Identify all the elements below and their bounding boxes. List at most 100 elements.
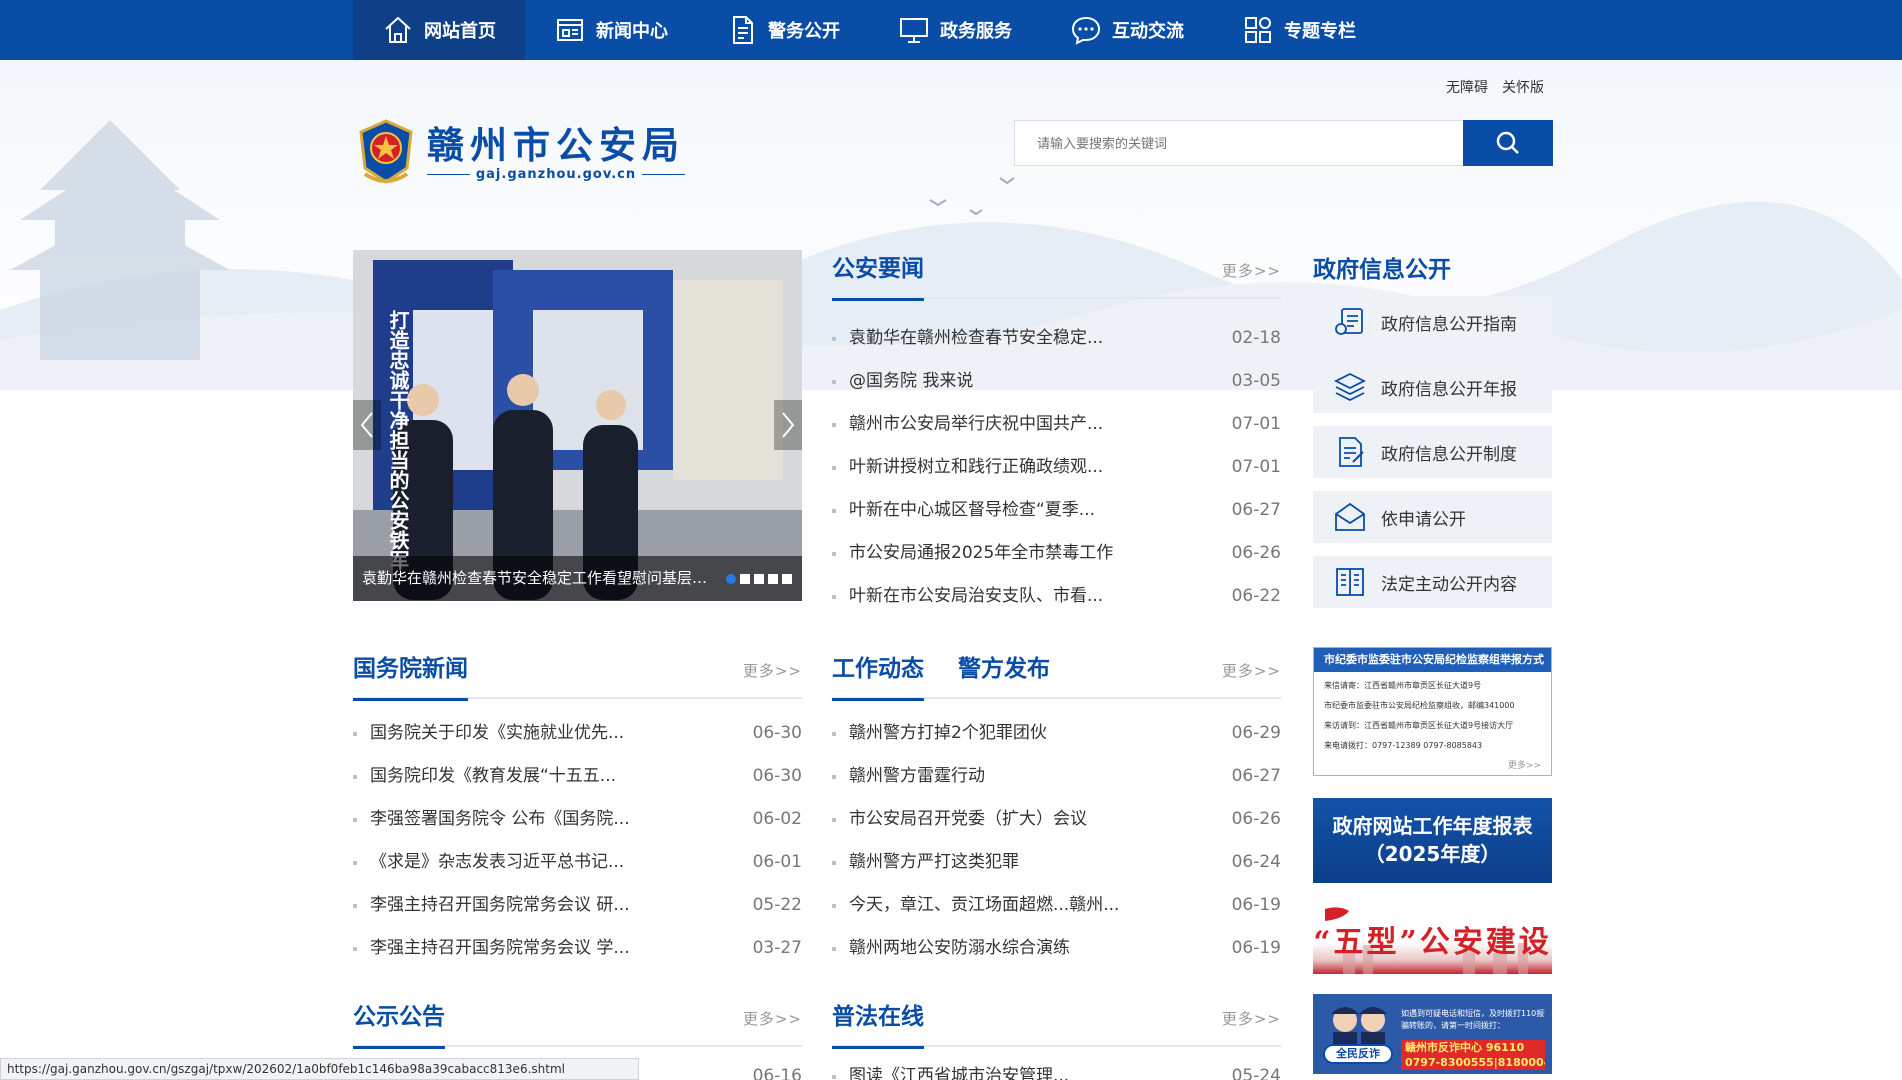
carousel-prev-button[interactable]	[353, 400, 381, 450]
search-input[interactable]	[1014, 120, 1463, 166]
carousel-dot[interactable]	[740, 574, 750, 584]
carousel-dot[interactable]	[726, 574, 736, 584]
news-title: 李强签署国务院令 公布《国务院...	[370, 809, 630, 829]
section-title[interactable]: 公安要闻	[832, 246, 924, 301]
list-item[interactable]: 叶新在中心城区督导检查“夏季... 06-27	[832, 489, 1281, 532]
sidebar-item-annual-report[interactable]: 政府信息公开年报	[1313, 361, 1552, 413]
list-item[interactable]: 李强签署国务院令 公布《国务院... 06-02	[353, 798, 802, 841]
report-banner-line: 来电请拨打：0797-12389 0797-8085843	[1324, 741, 1483, 750]
report-method-banner[interactable]: 市纪委市监委驻市公安局纪检监察组举报方式 来信请寄：江西省赣州市章贡区长征大道9…	[1313, 647, 1552, 776]
document-icon	[733, 16, 753, 44]
news-title: 图读《江西省城市治安管理...	[849, 1066, 1070, 1080]
more-link[interactable]: 更多>>	[1222, 1008, 1281, 1029]
news-icon	[557, 19, 583, 41]
more-link[interactable]: 更多>>	[1222, 660, 1281, 681]
list-item[interactable]: 叶新讲授树立和践行正确政绩观... 07-01	[832, 446, 1281, 489]
grid-icon	[1245, 17, 1271, 43]
list-item[interactable]: @国务院 我来说 03-05	[832, 360, 1281, 403]
list-item[interactable]: 赣州两地公安防溺水综合演练 06-19	[832, 927, 1281, 970]
search-button[interactable]	[1463, 120, 1553, 166]
news-date: 06-02	[752, 809, 802, 829]
news-date: 06-01	[752, 852, 802, 872]
list-item[interactable]: 赣州市公安局举行庆祝中国共产... 07-01	[832, 403, 1281, 446]
elder-mode-link[interactable]: 关怀版	[1502, 77, 1544, 97]
nav-item-news[interactable]: 新闻中心	[525, 0, 697, 60]
carousel-dot[interactable]	[754, 574, 764, 584]
list-item[interactable]: 国务院印发《教育发展“十五五... 06-30	[353, 755, 802, 798]
logo-title: 赣州市公安局	[427, 122, 685, 167]
nav-item-police-affairs[interactable]: 警务公开	[697, 0, 869, 60]
news-date: 06-27	[1231, 766, 1281, 786]
sidebar-item-statutory[interactable]: 法定主动公开内容	[1313, 556, 1552, 608]
nav-item-interaction[interactable]: 互动交流	[1041, 0, 1213, 60]
list-item[interactable]: 图读《江西省城市治安管理... 05-24	[832, 1055, 1281, 1080]
news-title: 叶新在市公安局治安支队、市看...	[849, 586, 1104, 606]
list-item[interactable]: 今天，章江、贡江场面超燃...赣州... 06-19	[832, 884, 1281, 927]
list-item[interactable]: 国务院关于印发《实施就业优先... 06-30	[353, 712, 802, 755]
nav-item-special[interactable]: 专题专栏	[1213, 0, 1385, 60]
sidebar-item-label: 政府信息公开年报	[1381, 379, 1517, 400]
tab-police-releases[interactable]: 警方发布	[958, 646, 1050, 699]
sidebar-title[interactable]: 政府信息公开	[1313, 250, 1451, 284]
news-date: 03-27	[752, 938, 802, 958]
list-item[interactable]: 赣州警方严打这类犯罪 06-24	[832, 841, 1281, 884]
carousel-dot[interactable]	[782, 574, 792, 584]
nav-item-gov-service[interactable]: 政务服务	[869, 0, 1041, 60]
section-title[interactable]: 公示公告	[353, 994, 445, 1049]
news-title: 国务院印发《教育发展“十五五...	[370, 766, 617, 786]
news-date: 06-16	[752, 1066, 802, 1080]
news-list: 图读《江西省城市治安管理... 05-24	[832, 1055, 1281, 1080]
wuxing-police-banner[interactable]: “五型”公安建设	[1313, 903, 1552, 974]
site-logo[interactable]: 赣州市公安局 gaj.ganzhou.gov.cn	[353, 118, 685, 186]
list-item[interactable]: 市公安局通报2025年全市禁毒工作 06-26	[832, 532, 1281, 575]
section-title[interactable]: 普法在线	[832, 994, 924, 1049]
list-item[interactable]: 赣州警方打掉2个犯罪团伙 06-29	[832, 712, 1281, 755]
news-carousel[interactable]: 打造忠诚干净担当的公安铁军 袁勤华在赣州检查春节安全稳定工作看望慰问基层民警	[353, 250, 802, 601]
nav-label: 网站首页	[424, 21, 496, 42]
sidebar-item-apply[interactable]: 依申请公开	[1313, 491, 1552, 543]
nav-item-home[interactable]: 网站首页	[353, 0, 525, 60]
list-item[interactable]: 李强主持召开国务院常务会议 学... 03-27	[353, 927, 802, 970]
list-item[interactable]: 李强主持召开国务院常务会议 研... 05-22	[353, 884, 802, 927]
section-state-council-news: 国务院新闻 更多>> 国务院关于印发《实施就业优先... 06-30 国务院印发《…	[353, 646, 802, 970]
accessibility-link[interactable]: 无障碍	[1446, 77, 1488, 97]
tab-work-updates[interactable]: 工作动态	[832, 646, 924, 701]
news-date: 02-18	[1231, 328, 1281, 348]
list-item[interactable]: 叶新在市公安局治安支队、市看... 06-22	[832, 575, 1281, 618]
sidebar-item-label: 依申请公开	[1381, 509, 1466, 530]
report-banner-title: 市纪委市监委驻市公安局纪检监察组举报方式	[1314, 648, 1551, 672]
anti-fraud-phone1: 赣州市反诈中心 96110	[1405, 1041, 1525, 1054]
nav-label: 警务公开	[768, 21, 840, 42]
more-link[interactable]: 更多>>	[743, 1008, 802, 1029]
report-banner-line: 来信请寄：江西省赣州市章贡区长征大道9号	[1324, 681, 1482, 690]
search-icon	[1496, 131, 1519, 154]
news-title: 袁勤华在赣州检查春节安全稳定...	[849, 328, 1104, 348]
list-item[interactable]: 市公安局召开党委（扩大）会议 06-26	[832, 798, 1281, 841]
mail-icon	[1335, 502, 1365, 531]
sidebar-item-label: 法定主动公开内容	[1381, 574, 1517, 595]
list-item[interactable]: 赣州警方雷霆行动 06-27	[832, 755, 1281, 798]
carousel-next-button[interactable]	[774, 400, 802, 450]
list-item[interactable]: 袁勤华在赣州检查春节安全稳定... 02-18	[832, 317, 1281, 360]
sidebar-item-guide[interactable]: 政府信息公开指南	[1313, 296, 1552, 348]
annual-report-banner[interactable]: 政府网站工作年度报表 （2025年度）	[1313, 798, 1552, 883]
news-title: 今天，章江、贡江场面超燃...赣州...	[849, 895, 1120, 915]
more-link[interactable]: 更多>>	[743, 660, 802, 681]
anti-fraud-banner[interactable]: 如遇到可疑电话和短信，及时拨打110报警，已被 骗转账的，请第一时间拨打： 全民…	[1313, 994, 1552, 1074]
browser-status-bar: https://gaj.ganzhou.gov.cn/gszgaj/tpxw/2…	[0, 1058, 639, 1080]
section-title[interactable]: 国务院新闻	[353, 646, 468, 701]
layers-icon	[1333, 372, 1367, 402]
wall-slogan: 打造忠诚干净担当的公安铁军	[386, 309, 410, 570]
carousel-dot[interactable]	[768, 574, 778, 584]
police-officers-icon	[1331, 1007, 1387, 1050]
sidebar-item-label: 政府信息公开制度	[1381, 444, 1517, 465]
news-title: 国务院关于印发《实施就业优先...	[370, 723, 625, 743]
guide-icon	[1335, 308, 1363, 335]
section-work-updates: 工作动态 警方发布 更多>> 赣州警方打掉2个犯罪团伙 06-29 赣州警方雷霆行…	[832, 646, 1281, 970]
list-item[interactable]: 《求是》杂志发表习近平总书记... 06-01	[353, 841, 802, 884]
more-link[interactable]: 更多>>	[1222, 260, 1281, 281]
wuxing-banner-text: “五型”公安建设	[1313, 925, 1552, 960]
report-banner-more[interactable]: 更多>>	[1508, 758, 1541, 771]
annual-banner-line1: 政府网站工作年度报表	[1332, 814, 1533, 838]
sidebar-item-policy[interactable]: 政府信息公开制度	[1313, 426, 1552, 478]
